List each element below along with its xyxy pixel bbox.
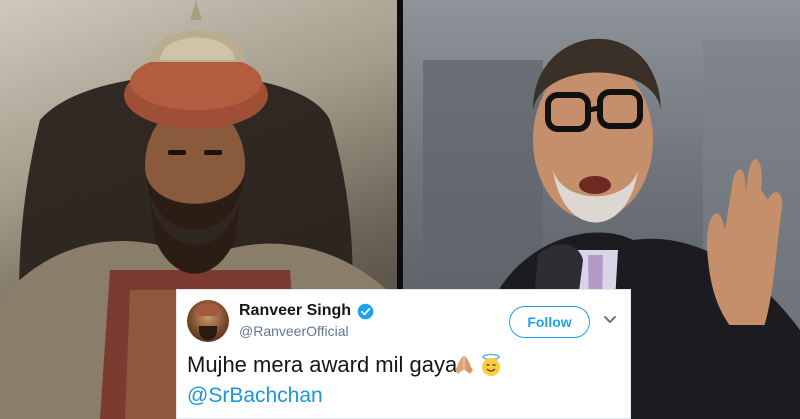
user-handle[interactable]: @RanveerOfficial <box>239 323 349 339</box>
avatar[interactable] <box>187 300 229 342</box>
mention-link[interactable]: @SrBachchan <box>187 383 323 409</box>
folded-hands-icon <box>455 356 473 374</box>
verified-badge-icon <box>357 303 374 320</box>
follow-button[interactable]: Follow <box>509 306 590 338</box>
tweet-card: Ranveer Singh @RanveerOfficial Follow Mu… <box>176 289 631 419</box>
chevron-down-icon[interactable] <box>603 315 617 325</box>
display-name[interactable]: Ranveer Singh <box>239 302 351 320</box>
avatar-beard <box>199 326 217 340</box>
smiling-face-with-halo-icon <box>482 353 500 376</box>
tweet-text: Mujhe mera award mil gaya <box>187 352 458 377</box>
avatar-turban <box>195 304 221 316</box>
